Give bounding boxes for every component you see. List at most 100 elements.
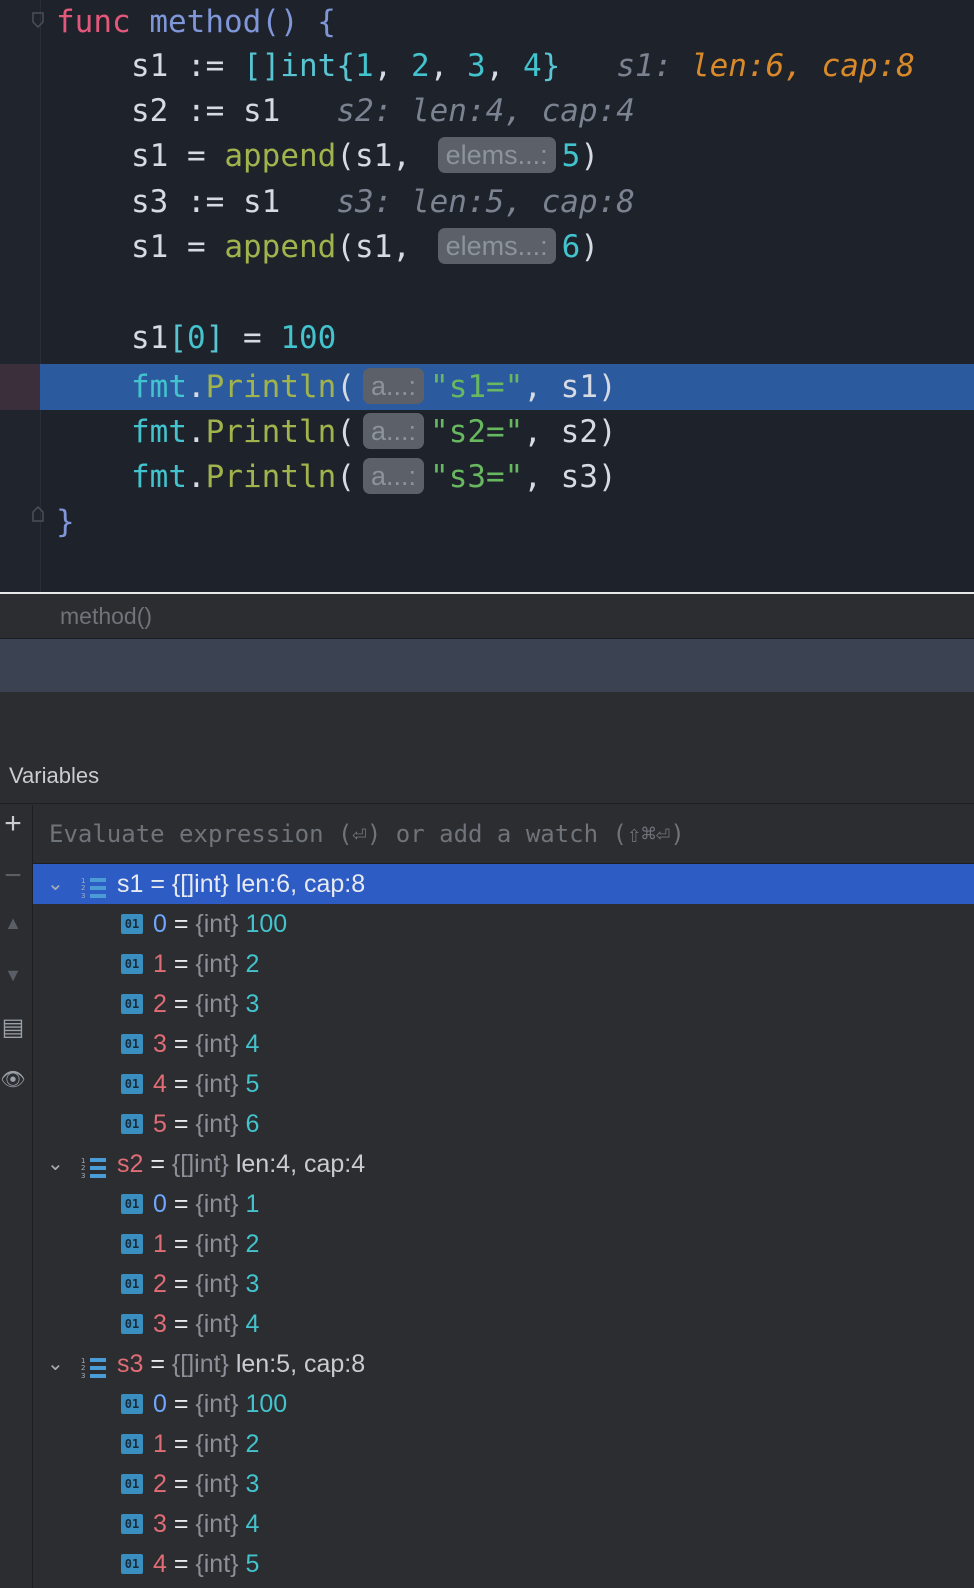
element-value-icon: 01 [121,1554,143,1574]
element-value-icon: 01 [121,1394,143,1414]
number-literal: 6 [561,229,581,265]
element-index: 0 [153,1190,167,1218]
fold-start-icon[interactable] [32,12,44,28]
string-literal: "s3=" [430,459,524,495]
code-text: (s1, [336,138,430,174]
code-line-2: s1 := []int{1, 2, 3, 4} s1: len:6, cap:8 [131,44,915,88]
element-value-icon: 01 [121,1114,143,1134]
function-call: Println [205,414,337,450]
move-up-icon[interactable]: ▲ [0,913,26,934]
inline-value-hint-changed: len:6, cap:8 [690,48,915,84]
code-text: . [187,459,206,495]
code-line-4: s1 = append(s1, elems...: 5) [131,134,599,178]
code-editor[interactable]: func method () { s1 := []int{1, 2, 3, 4} … [0,0,974,594]
code-text: ( [336,414,355,450]
element-type: {int} [195,1510,239,1538]
editor-gutter [0,0,41,594]
watch-options-icon[interactable]: 👁 [0,1067,26,1092]
package-name: fmt [131,369,187,405]
code-text: ( [336,459,355,495]
element-row[interactable]: 01 4 = {int} 5 [33,1064,974,1104]
element-row[interactable]: 01 1 = {int} 2 [33,944,974,984]
evaluate-expression-bar[interactable] [33,805,974,864]
parameter-hint-chip: elems...: [437,136,556,173]
element-row[interactable]: 01 3 = {int} 4 [33,1304,974,1344]
code-text: = [224,320,281,356]
element-value: 100 [245,1390,288,1418]
variable-row-s2[interactable]: ⌄ 1 2 3 s2 = {[]int} len:4, cap:4 [33,1144,974,1184]
svg-text:3: 3 [81,1172,85,1180]
element-value-icon: 01 [121,1434,143,1454]
element-index: 1 [153,1430,167,1458]
code-text: ( [336,369,355,405]
element-label: 1 = {int} 2 [153,1424,259,1464]
variable-type: {[]int} [171,1350,229,1378]
code-text: , s2) [523,414,617,450]
code-line-8: s1[0] = 100 [131,316,336,360]
element-label: 3 = {int} 4 [153,1304,259,1344]
code-text: (s1, [336,229,430,265]
element-label: 4 = {int} 5 [153,1064,259,1104]
element-row[interactable]: 01 3 = {int} 4 [33,1024,974,1064]
remove-watch-icon[interactable]: − [0,859,26,893]
element-index: 5 [153,1110,167,1138]
variable-name: s1 [117,870,144,898]
element-row[interactable]: 01 2 = {int} 3 [33,984,974,1024]
element-row[interactable]: 01 2 = {int} 3 [33,1264,974,1304]
code-text: , [373,48,411,84]
code-text: ) [580,138,600,174]
evaluate-expression-input[interactable] [33,805,974,863]
equals-sign: = [166,910,196,938]
execution-point-marker [0,364,40,410]
element-row[interactable]: 01 4 = {int} 5 [33,1544,974,1584]
element-row[interactable]: 01 1 = {int} 2 [33,1424,974,1464]
element-row[interactable]: 01 5 = {int} 6 [33,1104,974,1144]
element-row[interactable]: 01 0 = {int} 100 [33,904,974,944]
equals-sign: = [166,1110,196,1138]
builtin-call: append [224,138,337,174]
fold-end-icon[interactable] [32,506,44,522]
chevron-down-icon[interactable]: ⌄ [47,1144,67,1184]
element-index: 4 [153,1550,167,1578]
keyword: func [56,4,131,40]
copy-icon[interactable]: ▤ [0,1013,26,1042]
variable-name: s2 [117,1150,144,1178]
code-line-9: fmt.Println(a...: "s1=", s1) [131,365,617,409]
breadcrumb[interactable]: method() [0,594,974,638]
variable-row-s1[interactable]: ⌄ 1 2 3 s1 = {[]int} len:6, cap:8 [33,864,974,904]
chevron-down-icon[interactable]: ⌄ [47,864,67,904]
number-literal: 1 [354,48,374,84]
function-name: method [149,4,262,40]
package-name: fmt [131,414,187,450]
code-text: { [336,48,355,84]
move-down-icon[interactable]: ▼ [0,965,26,986]
variable-row-s3[interactable]: ⌄ 1 2 3 s3 = {[]int} len:5, cap:8 [33,1344,974,1384]
element-type: {int} [195,950,239,978]
element-row[interactable]: 01 0 = {int} 1 [33,1184,974,1224]
inline-value-hint: s2: len:4, cap:4 [336,93,635,129]
equals-sign: = [166,1430,196,1458]
element-row[interactable]: 01 3 = {int} 4 [33,1504,974,1544]
element-value-icon: 01 [121,914,143,934]
equals-sign: = [166,1310,196,1338]
element-type: {int} [195,1230,239,1258]
element-label: 1 = {int} 2 [153,1224,259,1264]
element-label: 3 = {int} 4 [153,1504,259,1544]
element-type: {int} [195,1310,239,1338]
equals-sign: = [166,1230,196,1258]
element-type: {int} [195,990,239,1018]
element-index: 4 [153,1070,167,1098]
element-index: 0 [153,1390,167,1418]
element-row[interactable]: 01 2 = {int} 3 [33,1464,974,1504]
element-label: 0 = {int} 100 [153,904,287,944]
code-text: , [485,48,523,84]
svg-text:3: 3 [81,892,85,900]
chevron-down-icon[interactable]: ⌄ [47,1344,67,1384]
add-watch-icon[interactable]: + [0,807,26,841]
element-index: 2 [153,990,167,1018]
parameter-hint-chip: a...: [363,457,425,494]
variable-info: len:6, cap:8 [228,870,366,898]
number-literal: 0 [187,320,206,356]
element-row[interactable]: 01 1 = {int} 2 [33,1224,974,1264]
element-row[interactable]: 01 0 = {int} 100 [33,1384,974,1424]
